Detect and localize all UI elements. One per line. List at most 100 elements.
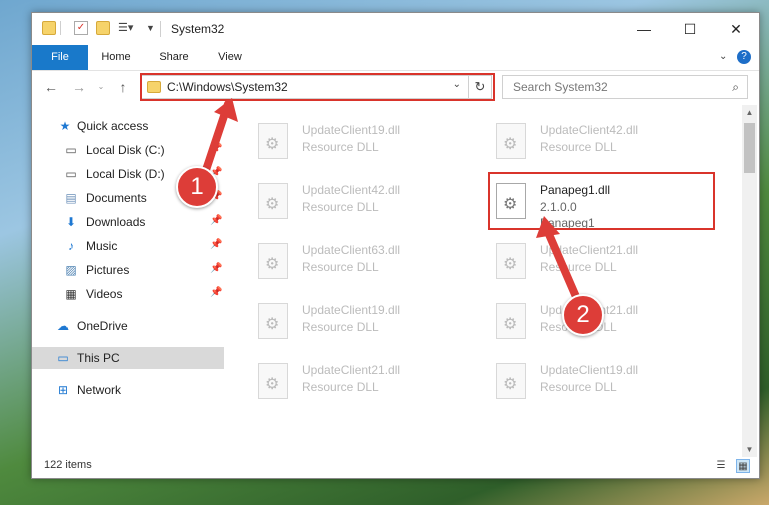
file-highlight-box bbox=[488, 172, 715, 230]
pictures-icon: ▨ bbox=[65, 263, 77, 277]
list-item[interactable]: ⚙ UpdateClient21.dll Resource DLL bbox=[474, 235, 704, 287]
documents-icon: ▤ bbox=[65, 191, 77, 205]
tab-view[interactable]: View bbox=[208, 45, 252, 70]
up-arrow-icon[interactable]: ↑ bbox=[114, 78, 132, 96]
back-arrow-icon[interactable]: ← bbox=[42, 78, 60, 96]
navigation-pane: ★ Quick access ▭ Local Disk (C:) 📌 ▭ Loc… bbox=[32, 105, 228, 450]
dll-file-icon: ⚙ bbox=[258, 123, 288, 159]
sidebar-item-network[interactable]: ⊞ Network bbox=[32, 379, 224, 401]
file-type: Resource DLL bbox=[302, 260, 379, 274]
star-icon: ★ bbox=[59, 119, 71, 133]
computer-icon: ▭ bbox=[57, 351, 69, 365]
sidebar-item-label: Local Disk (C:) bbox=[86, 143, 165, 157]
sidebar-item-label: Music bbox=[86, 239, 118, 253]
file-name: UpdateClient19.dll bbox=[302, 123, 401, 137]
pin-icon[interactable]: 📌 bbox=[210, 215, 222, 226]
minimize-button[interactable]: — bbox=[621, 13, 667, 45]
search-icon[interactable]: ⌕ bbox=[732, 80, 739, 95]
pin-icon[interactable]: 📌 bbox=[210, 143, 222, 154]
new-folder-icon[interactable] bbox=[96, 21, 110, 35]
pin-icon[interactable]: 📌 bbox=[210, 263, 222, 274]
item-count: 122 items bbox=[44, 459, 92, 471]
dll-file-icon: ⚙ bbox=[258, 363, 288, 399]
list-item[interactable]: ⚙ UpdateClient42.dll Resource DLL bbox=[474, 115, 704, 167]
chevron-down-icon[interactable]: ▼ bbox=[146, 21, 160, 35]
sidebar-item-label: Local Disk (D:) bbox=[86, 167, 165, 181]
file-name: UpdateClient42.dll bbox=[302, 183, 401, 197]
sidebar-item-onedrive[interactable]: ☁ OneDrive bbox=[32, 315, 224, 337]
network-icon: ⊞ bbox=[57, 383, 69, 397]
sidebar-item-label: Downloads bbox=[86, 215, 146, 229]
scroll-up-icon[interactable]: ▲ bbox=[742, 105, 757, 120]
sidebar-item-videos[interactable]: ▦ Videos 📌 bbox=[32, 283, 224, 305]
sidebar-item-label: This PC bbox=[77, 351, 120, 365]
sidebar-item-local-disk-c[interactable]: ▭ Local Disk (C:) 📌 bbox=[32, 139, 224, 161]
file-list: ⚙ UpdateClient19.dll Resource DLL ⚙ Upda… bbox=[232, 105, 740, 450]
dll-file-icon: ⚙ bbox=[258, 303, 288, 339]
file-type: Resource DLL bbox=[540, 140, 617, 154]
sidebar-item-label: OneDrive bbox=[77, 319, 128, 333]
list-item[interactable]: ⚙ UpdateClient19.dll Resource DLL bbox=[474, 355, 704, 407]
file-type: Resource DLL bbox=[302, 200, 379, 214]
dll-file-icon: ⚙ bbox=[496, 303, 526, 339]
list-item[interactable]: ⚙ UpdateClient42.dll Resource DLL bbox=[236, 175, 466, 227]
vertical-scrollbar[interactable]: ▲ ▼ bbox=[742, 105, 757, 457]
search-input[interactable]: Search System32 ⌕ bbox=[502, 75, 748, 99]
tab-file[interactable]: File bbox=[32, 45, 88, 70]
tab-home[interactable]: Home bbox=[94, 45, 138, 70]
sidebar-item-label: Pictures bbox=[86, 263, 130, 277]
close-button[interactable]: ✕ bbox=[713, 13, 759, 45]
sidebar-item-label: Quick access bbox=[77, 119, 149, 133]
tiles-view-icon[interactable]: ▦ bbox=[736, 459, 750, 473]
scroll-down-icon[interactable]: ▼ bbox=[742, 442, 757, 457]
file-type: Resource DLL bbox=[540, 260, 617, 274]
properties-icon[interactable]: ✓ bbox=[74, 21, 88, 35]
downloads-icon: ⬇ bbox=[65, 215, 77, 229]
separator bbox=[160, 21, 161, 37]
help-icon[interactable]: ? bbox=[737, 50, 751, 64]
address-highlight-box bbox=[140, 73, 495, 101]
cloud-icon: ☁ bbox=[57, 319, 69, 333]
file-name: UpdateClient19.dll bbox=[540, 363, 639, 377]
list-item[interactable]: ⚙ UpdateClient63.dll Resource DLL bbox=[236, 235, 466, 287]
tab-share[interactable]: Share bbox=[152, 45, 196, 70]
ribbon: File Home Share View ⌄ ? bbox=[32, 45, 759, 71]
chevron-down-icon[interactable]: ⌄ bbox=[719, 51, 729, 62]
file-name: UpdateClient42.dll bbox=[540, 123, 639, 137]
forward-arrow-icon[interactable]: → bbox=[70, 78, 88, 96]
details-view-icon[interactable]: ☰ bbox=[714, 459, 728, 473]
customize-toolbar-icon[interactable]: ☰▾ bbox=[118, 21, 133, 35]
dll-file-icon: ⚙ bbox=[258, 243, 288, 279]
window-title: System32 bbox=[171, 22, 225, 36]
sidebar-item-pictures[interactable]: ▨ Pictures 📌 bbox=[32, 259, 224, 281]
sidebar-item-this-pc[interactable]: ▭ This PC bbox=[32, 347, 224, 369]
list-item[interactable]: ⚙ UpdateClient19.dll Resource DLL bbox=[236, 115, 466, 167]
search-placeholder: Search System32 bbox=[513, 80, 608, 94]
file-type: Resource DLL bbox=[302, 320, 379, 334]
dll-file-icon: ⚙ bbox=[496, 123, 526, 159]
sidebar-item-music[interactable]: ♪ Music 📌 bbox=[32, 235, 224, 257]
pin-icon[interactable]: 📌 bbox=[210, 287, 222, 298]
maximize-button[interactable]: ☐ bbox=[667, 13, 713, 45]
drive-icon: ▭ bbox=[65, 167, 77, 181]
chevron-down-icon[interactable]: ⌄ bbox=[92, 78, 110, 96]
sidebar-item-label: Network bbox=[77, 383, 122, 397]
file-name: UpdateClient21.dll bbox=[302, 363, 401, 377]
sidebar-item-downloads[interactable]: ⬇ Downloads 📌 bbox=[32, 211, 224, 233]
folder-icon bbox=[42, 21, 56, 35]
step-badge-2: 2 bbox=[562, 294, 604, 336]
list-item[interactable]: ⚙ UpdateClient19.dll Resource DLL bbox=[236, 295, 466, 347]
title-bar: ✓ ☰▾ ▼ System32 — ☐ ✕ bbox=[32, 13, 759, 45]
explorer-window: ✓ ☰▾ ▼ System32 — ☐ ✕ File Home Share Vi… bbox=[31, 12, 760, 479]
drive-icon: ▭ bbox=[65, 143, 77, 157]
pin-icon[interactable]: 📌 bbox=[210, 239, 222, 250]
sidebar-item-label: Documents bbox=[86, 191, 147, 205]
step-badge-1: 1 bbox=[176, 166, 218, 208]
dll-file-icon: ⚙ bbox=[496, 243, 526, 279]
file-type: Resource DLL bbox=[540, 380, 617, 394]
file-type: Resource DLL bbox=[302, 380, 379, 394]
sidebar-item-quick-access[interactable]: ★ Quick access bbox=[32, 115, 224, 137]
scrollbar-thumb[interactable] bbox=[744, 123, 755, 173]
list-item[interactable]: ⚙ UpdateClient21.dll Resource DLL bbox=[236, 355, 466, 407]
dll-file-icon: ⚙ bbox=[258, 183, 288, 219]
